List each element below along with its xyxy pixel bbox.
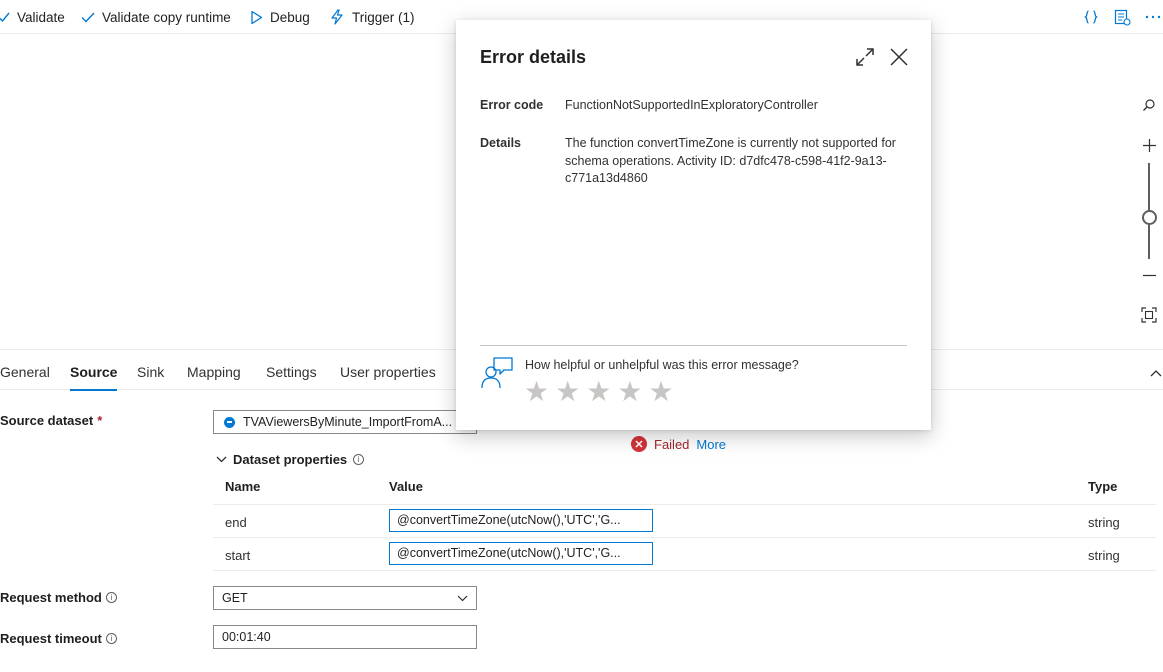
info-icon[interactable]: i bbox=[353, 454, 365, 465]
row-end-type: string bbox=[1088, 515, 1120, 530]
table-divider bbox=[213, 504, 1156, 505]
request-timeout-input[interactable]: 00:01:40 bbox=[213, 625, 477, 649]
expand-icon bbox=[856, 48, 874, 66]
star-rating-4[interactable]: ★ bbox=[617, 378, 642, 406]
checkmark-icon bbox=[0, 12, 10, 23]
info-icon[interactable]: i bbox=[105, 633, 117, 644]
validate-button[interactable]: Validate bbox=[0, 7, 65, 27]
validate-label: Validate bbox=[17, 9, 65, 25]
request-method-label: Request method i bbox=[0, 590, 117, 605]
tab-source[interactable]: Source bbox=[70, 364, 118, 391]
request-method-value: GET bbox=[222, 591, 248, 605]
error-code-value: FunctionNotSupportedInExploratoryControl… bbox=[565, 98, 818, 112]
request-method-select[interactable]: GET bbox=[213, 586, 477, 610]
braces-icon bbox=[1084, 10, 1098, 24]
debug-label: Debug bbox=[270, 9, 310, 25]
details-value: The function convertTimeZone is currentl… bbox=[565, 136, 896, 185]
canvas-search-button[interactable] bbox=[1135, 90, 1163, 120]
validation-status: ✕ Failed More bbox=[631, 436, 726, 452]
validate-copy-runtime-button[interactable]: Validate copy runtime bbox=[81, 7, 231, 27]
tab-sink[interactable]: Sink bbox=[137, 364, 164, 380]
feedback-question: How helpful or unhelpful was this error … bbox=[525, 358, 799, 372]
tab-mapping[interactable]: Mapping bbox=[187, 364, 241, 380]
dataset-properties-label: Dataset properties bbox=[233, 452, 348, 467]
tab-general[interactable]: General bbox=[0, 364, 50, 380]
col-header-type: Type bbox=[1088, 479, 1118, 494]
lightning-icon bbox=[331, 9, 343, 25]
chevron-down-icon bbox=[457, 595, 468, 602]
dialog-divider bbox=[480, 345, 907, 346]
col-header-name: Name bbox=[225, 479, 261, 494]
info-icon[interactable]: i bbox=[105, 592, 117, 603]
request-timeout-label-text: Request timeout bbox=[0, 631, 102, 646]
table-divider bbox=[213, 537, 1156, 538]
star-rating-2[interactable]: ★ bbox=[555, 378, 580, 406]
expand-button[interactable] bbox=[854, 46, 876, 68]
close-button[interactable] bbox=[888, 46, 910, 68]
trigger-label: Trigger (1) bbox=[352, 9, 415, 25]
request-timeout-label: Request timeout i bbox=[0, 631, 117, 646]
request-method-label-text: Request method bbox=[0, 590, 102, 605]
table-divider bbox=[213, 570, 1156, 571]
dataset-icon bbox=[224, 416, 235, 428]
feedback-person-icon bbox=[481, 357, 513, 389]
close-icon bbox=[890, 48, 908, 66]
tab-user-properties[interactable]: User properties bbox=[340, 364, 436, 380]
fit-to-screen-button[interactable] bbox=[1135, 300, 1163, 330]
plus-icon bbox=[1142, 138, 1156, 152]
properties-button[interactable] bbox=[1113, 7, 1131, 27]
dialog-title: Error details bbox=[480, 47, 587, 67]
row-end-name: end bbox=[225, 515, 247, 530]
dataset-properties-toggle[interactable]: Dataset properties i bbox=[216, 452, 365, 467]
source-dataset-value: TVAViewersByMinute_ImportFromA... bbox=[243, 415, 453, 429]
trigger-button[interactable]: Trigger (1) bbox=[329, 7, 415, 27]
checkmark-icon bbox=[81, 12, 95, 23]
row-end-value-input[interactable]: @convertTimeZone(utcNow(),'UTC','G... bbox=[389, 509, 653, 532]
zoom-in-button[interactable] bbox=[1135, 130, 1163, 160]
more-options-button[interactable] bbox=[1145, 7, 1161, 27]
error-details-dialog: Error details Error code FunctionNotSupp… bbox=[456, 20, 931, 430]
debug-button[interactable]: Debug bbox=[250, 7, 310, 27]
play-icon bbox=[251, 10, 263, 24]
star-rating-1[interactable]: ★ bbox=[524, 378, 549, 406]
source-dataset-label-text: Source dataset bbox=[0, 413, 94, 428]
chevron-up-icon bbox=[1150, 370, 1162, 377]
row-start-name: start bbox=[225, 548, 251, 563]
source-dataset-label: Source dataset * bbox=[0, 413, 102, 428]
zoom-out-button[interactable] bbox=[1135, 260, 1163, 290]
collapse-panel-button[interactable] bbox=[1150, 365, 1162, 380]
ellipsis-icon bbox=[1145, 15, 1161, 19]
col-header-value: Value bbox=[389, 479, 423, 494]
star-rating-3[interactable]: ★ bbox=[586, 378, 611, 406]
validate-copy-runtime-label: Validate copy runtime bbox=[102, 9, 231, 25]
row-start-type: string bbox=[1088, 548, 1120, 563]
properties-icon bbox=[1114, 9, 1131, 26]
minus-icon bbox=[1142, 274, 1156, 276]
search-icon bbox=[1143, 99, 1155, 111]
required-mark: * bbox=[97, 413, 103, 428]
zoom-slider-thumb[interactable] bbox=[1142, 210, 1157, 225]
error-circle-icon: ✕ bbox=[631, 436, 647, 452]
source-dataset-select[interactable]: TVAViewersByMinute_ImportFromA... bbox=[213, 410, 477, 434]
tab-settings[interactable]: Settings bbox=[266, 364, 317, 380]
star-rating-5[interactable]: ★ bbox=[648, 378, 673, 406]
fit-to-screen-icon bbox=[1141, 307, 1157, 323]
chevron-down-icon bbox=[216, 456, 227, 463]
rating-stars: ★ ★ ★ ★ ★ bbox=[524, 378, 674, 406]
more-link[interactable]: More bbox=[696, 437, 726, 452]
row-start-value-input[interactable]: @convertTimeZone(utcNow(),'UTC','G... bbox=[389, 542, 653, 565]
details-label: Details bbox=[480, 136, 521, 150]
status-failed-text: Failed bbox=[654, 436, 690, 452]
code-button[interactable] bbox=[1082, 7, 1100, 27]
error-code-label: Error code bbox=[480, 98, 544, 112]
